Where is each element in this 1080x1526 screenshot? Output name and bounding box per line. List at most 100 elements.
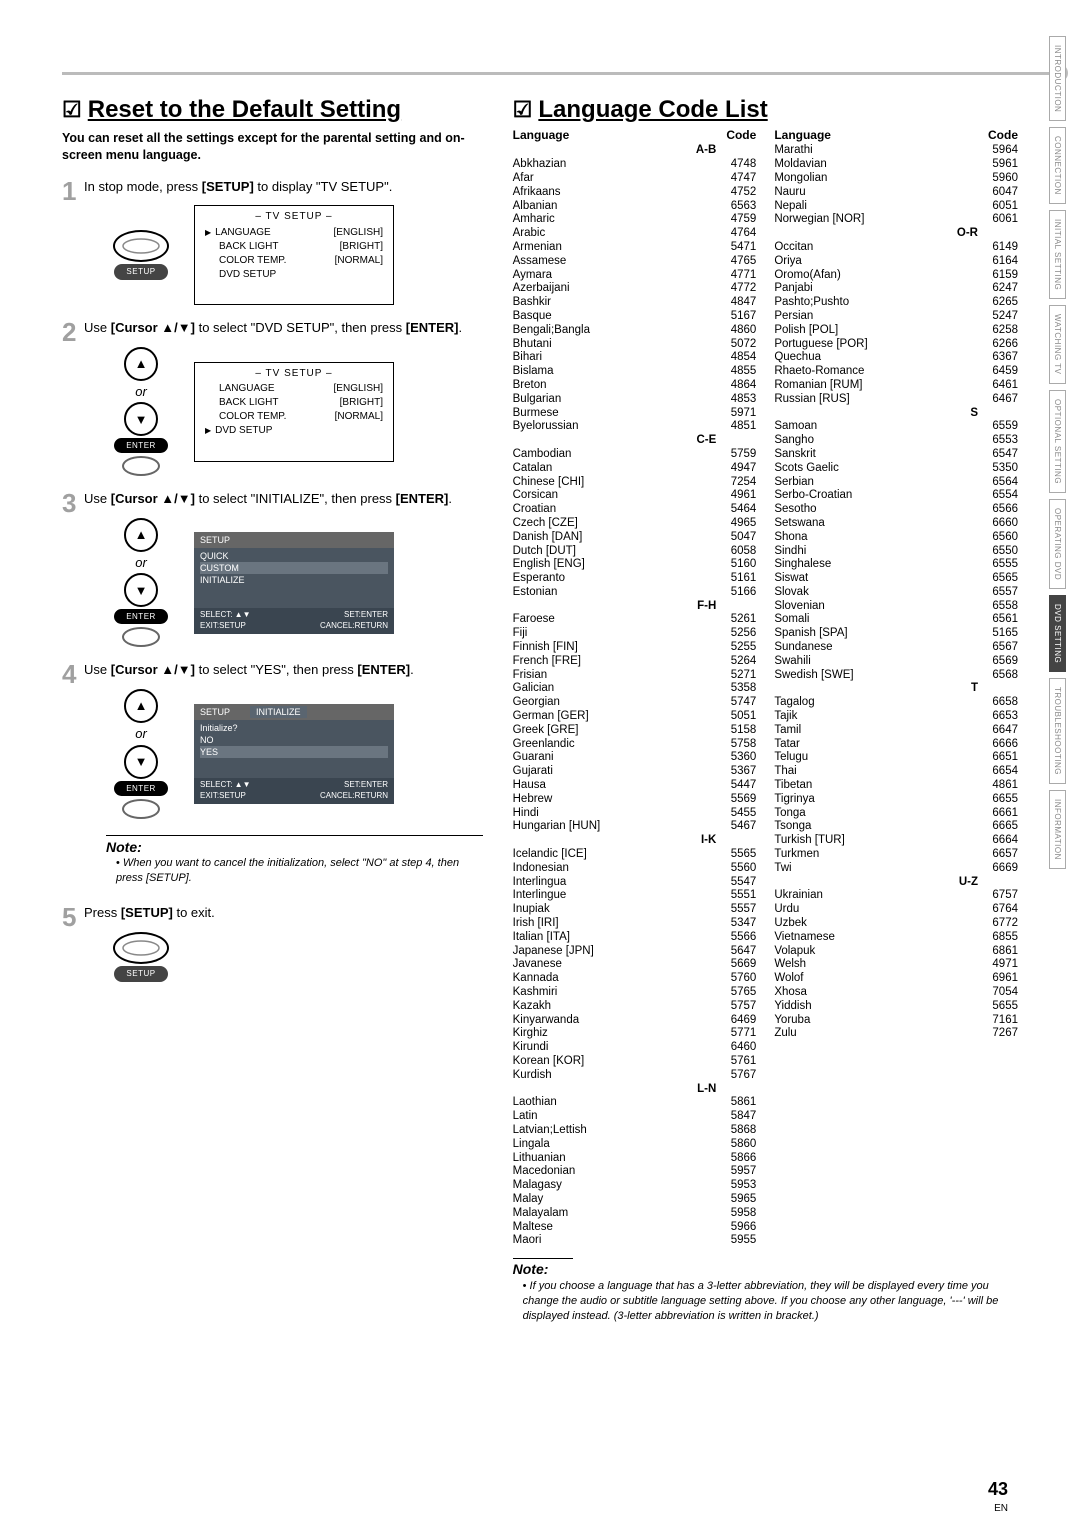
lang-row: Chinese [CHI]7254 [513, 476, 757, 490]
lang-row: Lingala5860 [513, 1138, 757, 1152]
lang-row: Tigrinya6655 [774, 793, 1018, 807]
lang-row: Catalan4947 [513, 462, 757, 476]
lang-row: Tajik6653 [774, 710, 1018, 724]
lang-row: Sundanese6567 [774, 641, 1018, 655]
lang-row: Kirghiz5771 [513, 1027, 757, 1041]
lang-row: Sanskrit6547 [774, 448, 1018, 462]
lang-row: Finnish [FIN]5255 [513, 641, 757, 655]
lang-section-hdr: S [774, 407, 978, 421]
lang-row: Macedonian5957 [513, 1165, 757, 1179]
lang-row: Icelandic [ICE]5565 [513, 848, 757, 862]
lang-row: Volapuk6861 [774, 945, 1018, 959]
lang-row: Twi6669 [774, 862, 1018, 876]
lang-row: Samoan6559 [774, 420, 1018, 434]
lang-section-hdr: C-E [513, 434, 717, 448]
step-4: 4Use [Cursor ▲/▼] to select "YES", then … [62, 661, 483, 890]
lang-row: Urdu6764 [774, 903, 1018, 917]
lang-row: Azerbaijani4772 [513, 282, 757, 296]
lang-row: Kannada5760 [513, 972, 757, 986]
remote-setup: SETUP [106, 230, 176, 280]
lang-row: Hindi5455 [513, 807, 757, 821]
lang-row: Occitan6149 [774, 241, 1018, 255]
lang-row: Sangho6553 [774, 434, 1018, 448]
cursor-up-icon: ▲ [124, 689, 158, 723]
lang-row: Sesotho6566 [774, 503, 1018, 517]
lang-row: Greenlandic5758 [513, 738, 757, 752]
lang-row: Quechua6367 [774, 351, 1018, 365]
lang-row: Tagalog6658 [774, 696, 1018, 710]
cursor-up-icon: ▲ [124, 347, 158, 381]
lang-row: Rhaeto-Romance6459 [774, 365, 1018, 379]
lang-row: Uzbek6772 [774, 917, 1018, 931]
lang-row: Greek [GRE]5158 [513, 724, 757, 738]
lang-row: Malayalam5958 [513, 1207, 757, 1221]
lang-row: Swedish [SWE]6568 [774, 669, 1018, 683]
lang-row: Cambodian5759 [513, 448, 757, 462]
lang-row: Kurdish5767 [513, 1069, 757, 1083]
lang-row: Fiji5256 [513, 627, 757, 641]
step-2: 2Use [Cursor ▲/▼] to select "DVD SETUP",… [62, 319, 483, 476]
enter-button-icon [122, 456, 160, 476]
lang-row: Xhosa7054 [774, 986, 1018, 1000]
lang-section-hdr: A-B [513, 144, 717, 158]
lang-row: Russian [RUS]6467 [774, 393, 1018, 407]
lang-row: Zulu7267 [774, 1027, 1018, 1041]
lang-row: Abkhazian4748 [513, 158, 757, 172]
lang-row: Amharic4759 [513, 213, 757, 227]
lang-row: Albanian6563 [513, 200, 757, 214]
lang-row: Javanese5669 [513, 958, 757, 972]
lang-row: Laothian5861 [513, 1096, 757, 1110]
lang-row: Malagasy5953 [513, 1179, 757, 1193]
lang-row: Portuguese [POR]6266 [774, 338, 1018, 352]
lang-row: Interlingue5551 [513, 889, 757, 903]
lang-row: Estonian5166 [513, 586, 757, 600]
lang-row: Maltese5966 [513, 1221, 757, 1235]
lang-row: Arabic4764 [513, 227, 757, 241]
lang-row: Georgian5747 [513, 696, 757, 710]
or-label: or [106, 554, 176, 572]
lang-row: Serbo-Croatian6554 [774, 489, 1018, 503]
lang-row: Latvian;Lettish5868 [513, 1124, 757, 1138]
enter-button-icon [122, 627, 160, 647]
lang-row: Esperanto5161 [513, 572, 757, 586]
step-5: 5Press [SETUP] to exit. SETUP [62, 904, 483, 982]
lang-row: Tibetan4861 [774, 779, 1018, 793]
lang-row: Swahili6569 [774, 655, 1018, 669]
lang-row: Polish [POL]6258 [774, 324, 1018, 338]
lang-row: Bhutani5072 [513, 338, 757, 352]
lang-row: Oriya6164 [774, 255, 1018, 269]
lang-row: Inupiak5557 [513, 903, 757, 917]
lang-row: Singhalese6555 [774, 558, 1018, 572]
lang-row: Panjabi6247 [774, 282, 1018, 296]
lang-row: Nepali6051 [774, 200, 1018, 214]
lang-row: Korean [KOR]5761 [513, 1055, 757, 1069]
lang-row: Italian [ITA]5566 [513, 931, 757, 945]
lang-row: Guarani5360 [513, 751, 757, 765]
lang-row: Setswana6660 [774, 517, 1018, 531]
lang-row: Ukrainian6757 [774, 889, 1018, 903]
enter-label: ENTER [114, 781, 168, 796]
lang-row: Welsh4971 [774, 958, 1018, 972]
lang-heading: Language Code List [513, 96, 1018, 124]
lang-row: Tonga6661 [774, 807, 1018, 821]
lang-row: Dutch [DUT]6058 [513, 545, 757, 559]
lang-row: Siswat6565 [774, 572, 1018, 586]
lang-row: Vietnamese6855 [774, 931, 1018, 945]
dvd-setup-screen: SETUPQUICKCUSTOMINITIALIZESELECT: ▲▼EXIT… [194, 532, 394, 634]
remote-arrows: ▲ or ▼ ENTER [106, 347, 176, 477]
lang-row: Tsonga6665 [774, 820, 1018, 834]
enter-label: ENTER [114, 609, 168, 624]
lang-row: French [FRE]5264 [513, 655, 757, 669]
tv-setup-screen: – TV SETUP –LANGUAGE[ENGLISH]BACK LIGHT[… [194, 362, 394, 462]
cursor-down-icon: ▼ [124, 745, 158, 779]
lang-row: Corsican4961 [513, 489, 757, 503]
lang-row: Faroese5261 [513, 613, 757, 627]
language-code-section: Language Code List LanguageCodeA-BAbkhaz… [513, 96, 1018, 1324]
lang-row: Kazakh5757 [513, 1000, 757, 1014]
lang-section-hdr: I-K [513, 834, 717, 848]
lang-row: Shona6560 [774, 531, 1018, 545]
setup-button-icon [113, 932, 169, 964]
lang-row: Thai6654 [774, 765, 1018, 779]
lang-row: Persian5247 [774, 310, 1018, 324]
lang-row: Malay5965 [513, 1193, 757, 1207]
